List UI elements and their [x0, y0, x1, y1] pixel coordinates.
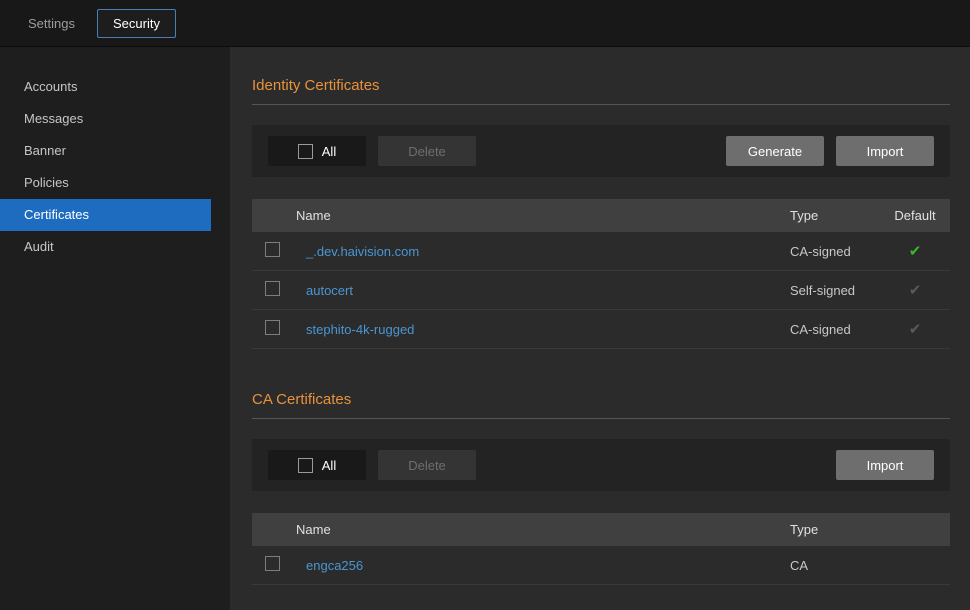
header-type: Type — [780, 522, 950, 537]
tab-security[interactable]: Security — [97, 9, 176, 38]
section-divider — [252, 104, 950, 105]
identity-select-all-button[interactable]: All — [268, 136, 366, 166]
select-all-label: All — [322, 144, 336, 159]
table-row: _.dev.haivision.com CA-signed ✔ — [252, 232, 950, 271]
ca-certificates-table: Name Type engca256 CA — [252, 513, 950, 585]
row-checkbox-cell — [252, 320, 296, 338]
ca-select-all-button[interactable]: All — [268, 450, 366, 480]
table-row: engca256 CA — [252, 546, 950, 585]
row-checkbox-cell — [252, 556, 296, 574]
ca-table-header: Name Type — [252, 513, 950, 546]
sidebar-item-certificates[interactable]: Certificates — [0, 199, 211, 231]
sidebar-item-banner[interactable]: Banner — [0, 135, 211, 167]
identity-certificates-section: Identity Certificates All Delete Generat… — [252, 77, 950, 349]
certificate-link[interactable]: autocert — [306, 283, 353, 298]
row-checkbox[interactable] — [265, 320, 280, 335]
certificate-link[interactable]: _.dev.haivision.com — [306, 244, 419, 259]
select-all-label: All — [322, 458, 336, 473]
header-name: Name — [252, 522, 780, 537]
identity-toolbar-right: Generate Import — [726, 136, 934, 166]
ca-certificates-section: CA Certificates All Delete Import Name — [252, 391, 950, 585]
ca-toolbar-left: All Delete — [268, 450, 476, 480]
identity-table-header: Name Type Default — [252, 199, 950, 232]
row-checkbox[interactable] — [265, 281, 280, 296]
identity-delete-button[interactable]: Delete — [378, 136, 476, 166]
top-bar: Settings Security — [0, 0, 970, 47]
identity-certificates-table: Name Type Default _.dev.haivision.com CA… — [252, 199, 950, 349]
header-name: Name — [252, 208, 780, 223]
row-checkbox-cell — [252, 281, 296, 299]
select-all-checkbox[interactable] — [298, 144, 313, 159]
identity-toolbar: All Delete Generate Import — [252, 125, 950, 177]
sidebar: Accounts Messages Banner Policies Certif… — [0, 47, 230, 610]
default-check-icon[interactable]: ✔ — [909, 282, 922, 299]
certificate-type: CA-signed — [780, 244, 880, 259]
header-default: Default — [880, 208, 950, 223]
row-checkbox[interactable] — [265, 242, 280, 257]
ca-delete-button[interactable]: Delete — [378, 450, 476, 480]
identity-import-button[interactable]: Import — [836, 136, 934, 166]
sidebar-item-audit[interactable]: Audit — [0, 231, 211, 263]
select-all-checkbox[interactable] — [298, 458, 313, 473]
ca-section-title: CA Certificates — [252, 391, 950, 408]
page-shell: Accounts Messages Banner Policies Certif… — [0, 47, 970, 610]
row-checkbox-cell — [252, 242, 296, 260]
identity-section-title: Identity Certificates — [252, 77, 950, 94]
tab-settings[interactable]: Settings — [28, 16, 75, 31]
identity-toolbar-left: All Delete — [268, 136, 476, 166]
default-check-icon[interactable]: ✔ — [909, 243, 922, 260]
table-row: autocert Self-signed ✔ — [252, 271, 950, 310]
ca-import-button[interactable]: Import — [836, 450, 934, 480]
ca-toolbar: All Delete Import — [252, 439, 950, 491]
row-checkbox[interactable] — [265, 556, 280, 571]
identity-generate-button[interactable]: Generate — [726, 136, 824, 166]
default-check-icon[interactable]: ✔ — [909, 321, 922, 338]
table-row: stephito-4k-rugged CA-signed ✔ — [252, 310, 950, 349]
certificate-type: CA-signed — [780, 322, 880, 337]
certificate-type: Self-signed — [780, 283, 880, 298]
sidebar-item-messages[interactable]: Messages — [0, 103, 211, 135]
sidebar-item-accounts[interactable]: Accounts — [0, 71, 211, 103]
certificate-link[interactable]: stephito-4k-rugged — [306, 322, 414, 337]
header-type: Type — [780, 208, 880, 223]
certificate-type: CA — [780, 558, 950, 573]
ca-toolbar-right: Import — [836, 450, 934, 480]
sidebar-item-policies[interactable]: Policies — [0, 167, 211, 199]
certificate-link[interactable]: engca256 — [306, 558, 363, 573]
section-divider — [252, 418, 950, 419]
main-content: Identity Certificates All Delete Generat… — [230, 47, 970, 610]
